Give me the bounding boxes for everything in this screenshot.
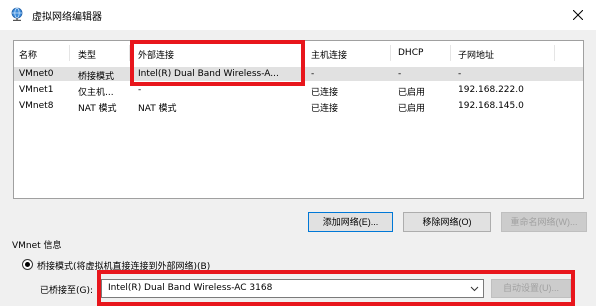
cell-dhcp: 已启用	[398, 88, 426, 98]
table-row[interactable]: VMnet8 NAT 模式 NAT 模式 已连接 已启用 192.168.145…	[14, 99, 583, 114]
column-divider	[554, 45, 555, 61]
cell-type: 仅主机...	[78, 88, 114, 98]
bridged-mode-radio[interactable]	[22, 259, 33, 270]
cell-name: VMnet8	[19, 101, 54, 111]
cell-type: 桥接模式	[78, 72, 115, 82]
cell-subnet: -	[458, 69, 462, 79]
column-divider	[450, 45, 451, 61]
title-bar: 虚拟网络编辑器	[0, 0, 596, 30]
column-header-type[interactable]: 类型	[78, 48, 96, 61]
close-button[interactable]	[560, 0, 596, 30]
cell-subnet: 192.168.145.0	[458, 101, 524, 111]
highlight-box-external-connection	[130, 40, 305, 86]
cell-type: NAT 模式	[78, 104, 117, 114]
window-title: 虚拟网络编辑器	[32, 12, 102, 23]
column-header-host[interactable]: 主机连接	[311, 48, 347, 61]
radio-selected-dot	[25, 262, 30, 267]
cell-dhcp: -	[398, 69, 402, 79]
add-network-button[interactable]: 添加网络(E)...	[308, 212, 393, 232]
cell-host: 已连接	[311, 88, 339, 98]
highlight-box-bridged-to	[97, 270, 575, 306]
column-divider	[390, 45, 391, 61]
remove-network-button[interactable]: 移除网络(O)	[403, 212, 491, 232]
globe-network-icon	[10, 7, 24, 21]
close-icon	[573, 10, 583, 20]
column-divider	[69, 45, 70, 61]
cell-host: -	[311, 69, 315, 79]
cell-host: 已连接	[311, 104, 339, 114]
cell-subnet: 192.168.222.0	[458, 85, 524, 95]
column-header-name[interactable]: 名称	[19, 48, 37, 61]
column-header-dhcp[interactable]: DHCP	[398, 48, 423, 58]
vmnet-info-group-label: VMnet 信息	[12, 241, 62, 251]
bridged-to-label: 已桥接至(G):	[40, 286, 94, 296]
cell-dhcp: 已启用	[398, 104, 426, 114]
column-header-subnet[interactable]: 子网地址	[458, 48, 494, 61]
virtual-network-editor-window: 虚拟网络编辑器 名称 类型 外部连接 主机连接 DHCP 子网地址 VMnet0…	[0, 0, 596, 306]
rename-network-button[interactable]: 重命名网络(W)...	[501, 212, 587, 232]
cell-external: NAT 模式	[138, 104, 177, 114]
cell-name: VMnet0	[19, 69, 54, 79]
cell-name: VMnet1	[19, 85, 54, 95]
cell-external: -	[138, 85, 142, 95]
